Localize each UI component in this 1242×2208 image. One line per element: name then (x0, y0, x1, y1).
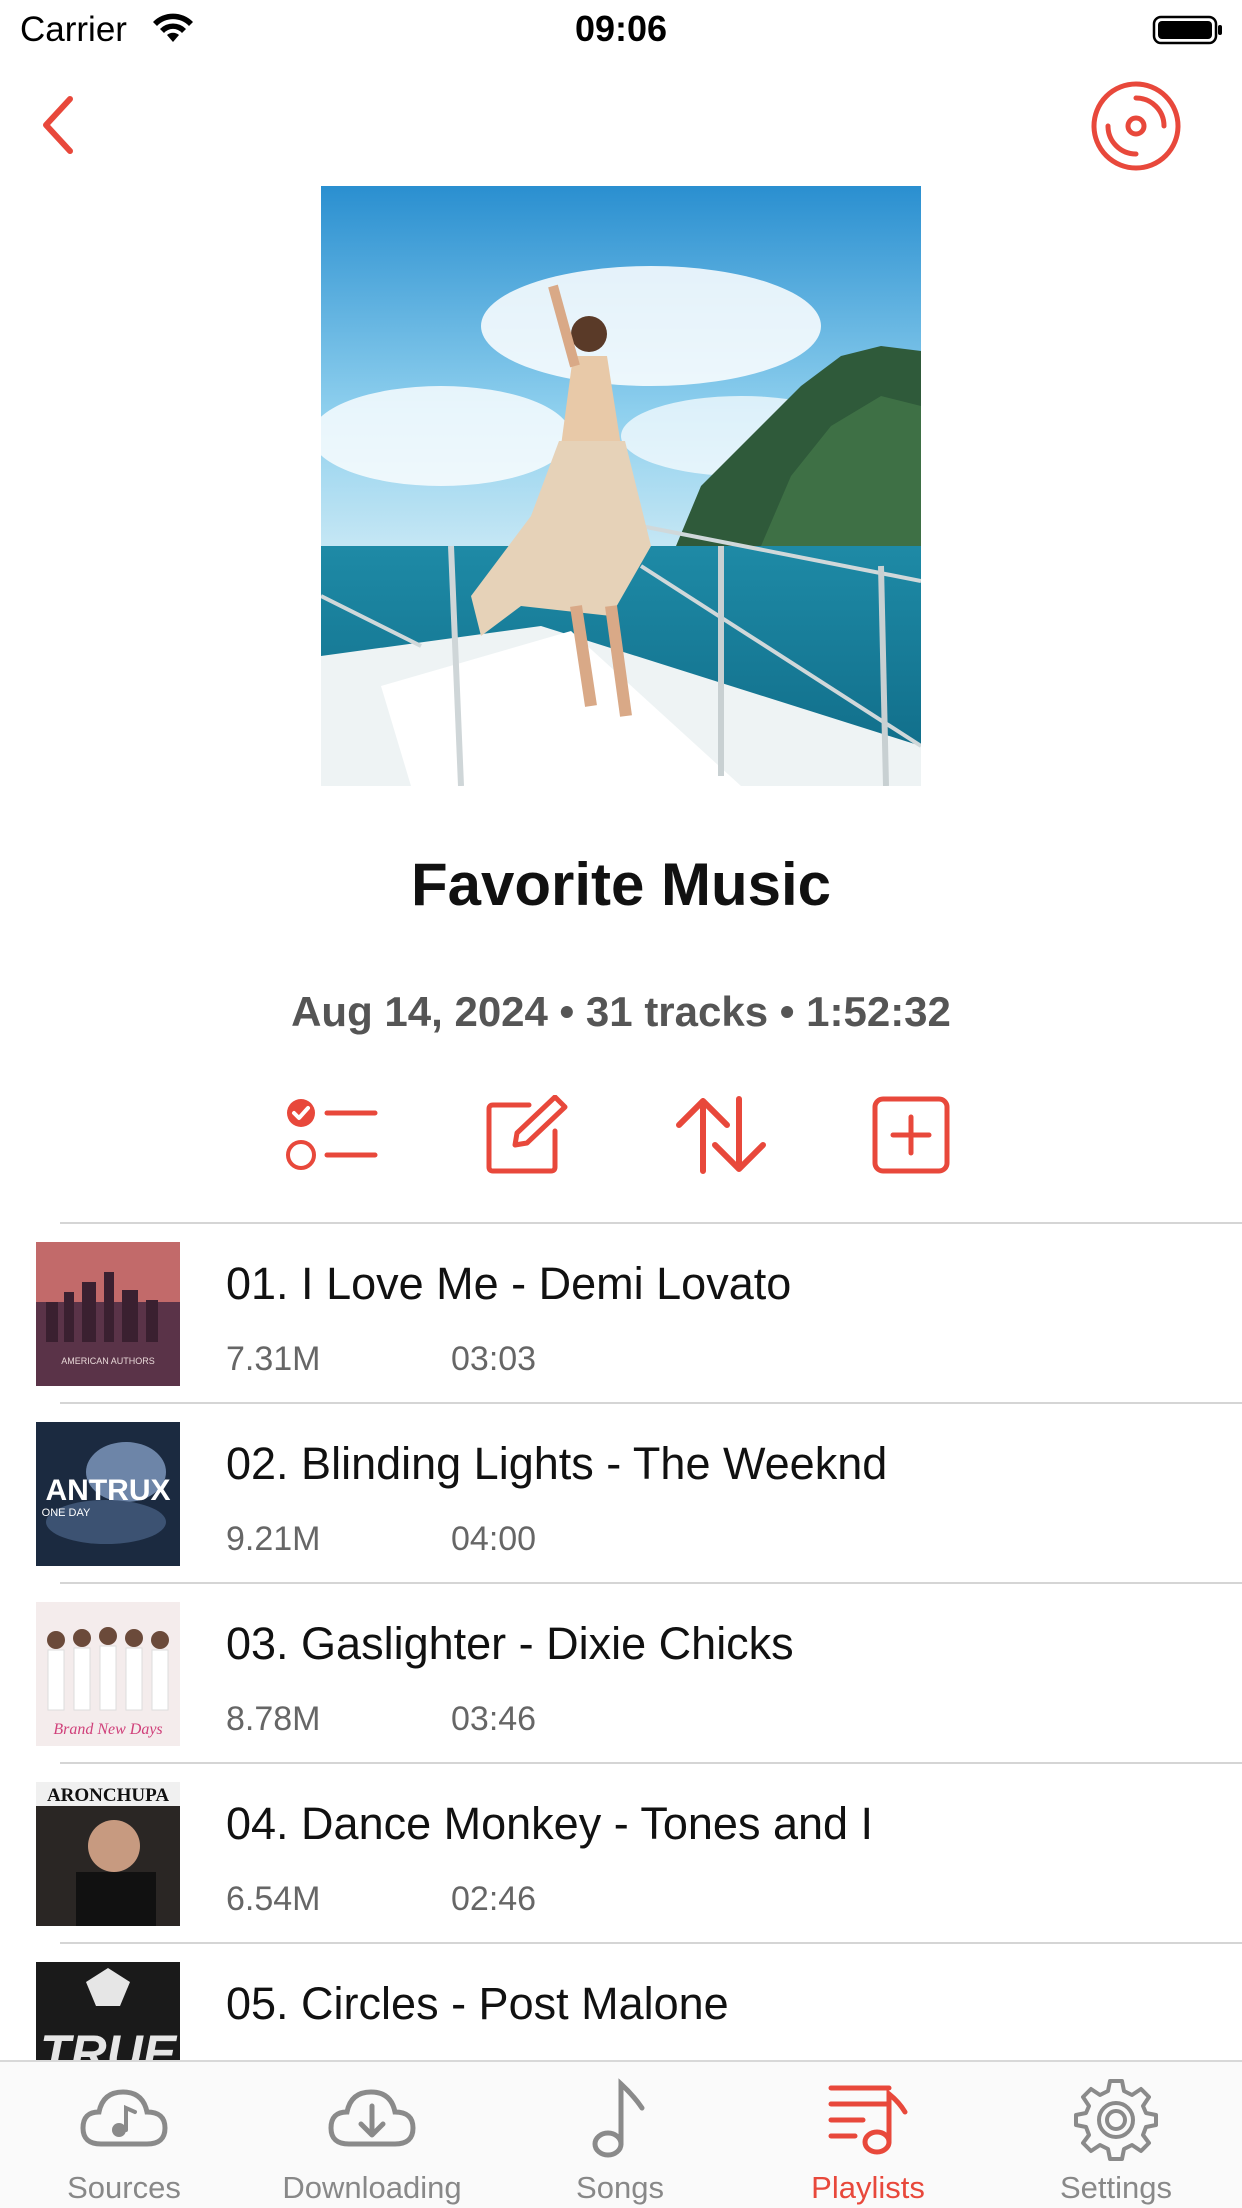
track-list: AMERICAN AUTHORS 01. I Love Me - Demi Lo… (0, 1222, 1242, 2060)
playlist-icon (818, 2076, 918, 2162)
track-size: 6.54M (226, 1880, 321, 1918)
select-tracks-button[interactable] (282, 1090, 382, 1180)
track-duration: 04:00 (451, 1520, 537, 1558)
tab-label: Settings (1059, 2170, 1172, 2205)
artwork-text: Brand New Days (53, 1721, 162, 1738)
track-row[interactable]: AMERICAN AUTHORS 01. I Love Me - Demi Lo… (0, 1222, 1242, 1402)
tab-label: Downloading (282, 2170, 462, 2205)
divider (60, 1762, 1242, 1764)
sort-icon (676, 1096, 766, 1174)
music-note-icon (570, 2076, 670, 2162)
status-bar: Carrier 09:06 (0, 0, 1242, 64)
add-tracks-button[interactable] (861, 1090, 961, 1180)
track-row[interactable]: TRUE 05. Circles - Post Malone (0, 1942, 1242, 2060)
battery-icon (1152, 15, 1222, 45)
tab-downloading[interactable]: Downloading (248, 2062, 496, 2208)
track-artwork: AMERICAN AUTHORS (36, 1242, 180, 1386)
tab-label: Playlists (811, 2170, 925, 2205)
gear-icon (1066, 2076, 1166, 2162)
tab-sources[interactable]: Sources (0, 2062, 248, 2208)
add-icon (872, 1096, 950, 1174)
playlist-title: Favorite Music (410, 851, 832, 918)
track-row[interactable]: ANTRUX ONE DAY 02. Blinding Lights - The… (0, 1402, 1242, 1582)
chevron-left-icon (43, 96, 73, 154)
tab-settings[interactable]: Settings (992, 2062, 1240, 2208)
playlist-meta: Aug 14, 2024 • 31 tracks • 1:52:32 (291, 988, 951, 1035)
track-duration: 03:03 (451, 1340, 537, 1378)
divider (60, 1942, 1242, 1944)
artwork-text: ARONCHUPA (47, 1785, 169, 1806)
track-title: 02. Blinding Lights - The Weeknd (226, 1438, 888, 1489)
edit-icon (486, 1095, 568, 1174)
track-size: 8.78M (226, 1700, 321, 1738)
edit-playlist-button[interactable] (477, 1090, 577, 1180)
track-row[interactable]: Brand New Days 03. Gaslighter - Dixie Ch… (0, 1582, 1242, 1762)
track-title: 03. Gaslighter - Dixie Chicks (226, 1618, 794, 1669)
sort-tracks-button[interactable] (671, 1090, 771, 1180)
track-artwork: TRUE (36, 1962, 180, 2060)
playlist-cover-image (321, 186, 921, 786)
track-title: 01. I Love Me - Demi Lovato (226, 1258, 792, 1309)
artwork-text: ONE DAY (42, 1507, 91, 1519)
artwork-text: ANTRUX (46, 1474, 171, 1507)
track-row[interactable]: ARONCHUPA 04. Dance Monkey - Tones and I… (0, 1762, 1242, 1942)
status-time: 09:06 (574, 8, 668, 49)
cloud-download-icon (322, 2076, 422, 2162)
cloud-music-icon (74, 2076, 174, 2162)
divider (60, 1402, 1242, 1404)
divider (60, 1222, 1242, 1224)
disc-icon (1091, 81, 1181, 171)
track-size: 9.21M (226, 1520, 321, 1558)
select-list-icon (286, 1099, 378, 1170)
track-duration: 02:46 (451, 1880, 537, 1918)
track-title: 04. Dance Monkey - Tones and I (226, 1798, 874, 1849)
track-artwork: ARONCHUPA (36, 1782, 180, 1926)
track-duration: 03:46 (451, 1700, 537, 1738)
divider (60, 1582, 1242, 1584)
artwork-text: TRUE (40, 2025, 178, 2060)
tab-label: Sources (67, 2170, 181, 2205)
track-artwork: Brand New Days (36, 1602, 180, 1746)
now-playing-button[interactable] (1088, 78, 1184, 174)
tab-bar: Sources Downloading Songs Playlists Sett… (0, 2060, 1242, 2208)
playlist-actions (0, 1090, 1242, 1180)
back-button[interactable] (28, 90, 88, 160)
track-size: 7.31M (226, 1340, 321, 1378)
tab-playlists[interactable]: Playlists (744, 2062, 992, 2208)
track-artwork: ANTRUX ONE DAY (36, 1422, 180, 1566)
tab-label: Songs (576, 2170, 664, 2205)
artwork-text: AMERICAN AUTHORS (61, 1356, 155, 1366)
tab-songs[interactable]: Songs (496, 2062, 744, 2208)
track-title: 05. Circles - Post Malone (226, 1978, 729, 2029)
